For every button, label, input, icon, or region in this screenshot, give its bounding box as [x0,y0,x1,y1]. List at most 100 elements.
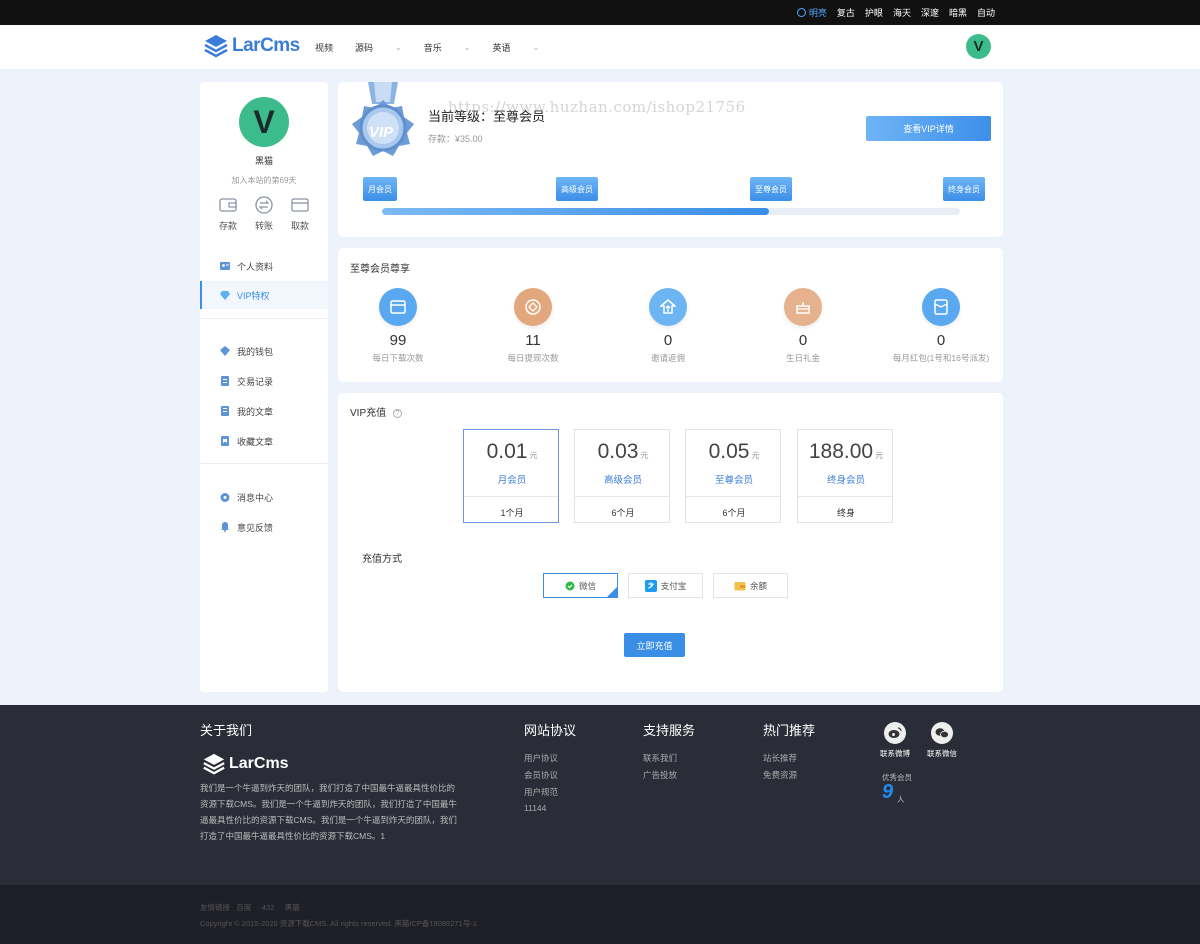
top-member-unit: 人 [897,795,905,804]
sidebar-item-my-articles[interactable]: 我的文章 [200,397,328,425]
chevron-down-icon: ⌄ [463,42,471,52]
quick-action-withdraw[interactable]: 取款 [280,196,320,232]
main-nav: 视频 源码 ⌄ 音乐 ⌄ 英语 ⌄ [315,25,561,69]
logo-stack-icon [203,753,225,775]
privileges-card: 至尊会员尊享 99 每日下载次数 11 每日提现次数 0 邀请返佣 0 生日礼金… [338,248,1003,382]
tier-tag-monthly: 月会员 [363,177,397,201]
wallet-icon [220,346,230,356]
footer-about-title: 关于我们 [200,723,253,738]
bell-icon [221,522,229,532]
transfer-icon [255,196,273,214]
friend-link[interactable]: 432 [262,903,275,912]
vip-progress-fill [382,208,770,215]
pay-option-balance[interactable]: 余额 [713,573,788,598]
diamond-icon [220,291,230,300]
sidebar-item-wallet[interactable]: 我的钱包 [200,337,328,365]
view-vip-details-button[interactable]: 查看VIP详情 [866,116,991,141]
nav-item-video[interactable]: 视频 [315,41,333,54]
record-icon [221,376,229,386]
plan-advanced[interactable]: 0.03 元 高级会员 6个月 [574,429,670,523]
wechat-icon [565,581,575,590]
sidebar-divider [200,463,328,464]
message-icon [220,493,230,502]
theme-option-auto[interactable]: 自动 [977,6,995,19]
plan-supreme[interactable]: 0.05 元 至尊会员 6个月 [685,429,781,523]
user-avatar[interactable]: V [239,97,289,147]
withdraw-icon [514,288,552,326]
recharge-now-button[interactable]: 立即充值 [624,633,685,657]
footer-logo: LarCms [202,752,289,776]
theme-option-deep[interactable]: 深邃 [921,6,939,19]
nav-item-source[interactable]: 源码 ⌄ [355,41,402,54]
deposit-balance: 存款：¥35.00 [428,134,483,144]
chevron-down-icon: ⌄ [532,42,540,52]
plan-lifetime[interactable]: 188.00 元 终身会员 终身 [797,429,893,523]
article-icon [221,406,229,416]
pay-option-alipay[interactable]: 支付宝 [628,573,703,598]
sidebar-item-feedback[interactable]: 意见反馈 [200,513,328,541]
top-bar: 明亮 复古 护眼 海天 深邃 暗黑 自动 [0,0,1200,25]
site-logo[interactable]: LarCms [203,33,300,59]
alipay-icon [644,579,657,592]
username: 黑猫 [254,156,273,166]
watermark-url: https://www.huzhan.com/ishop21756 [448,98,746,116]
tier-tag-advanced: 高级会员 [556,177,598,201]
theme-option-ocean[interactable]: 海天 [893,6,911,19]
sidebar-item-vip[interactable]: VIP特权 [200,281,328,309]
footer-link[interactable]: 站长推荐 [763,752,797,764]
footer-link[interactable]: 11144 [524,803,546,813]
vip-progress-track [382,208,960,215]
nav-item-english[interactable]: 英语 ⌄ [492,41,539,54]
theme-option-retro[interactable]: 复古 [837,6,855,19]
theme-option-bright[interactable]: 明亮 [796,6,827,19]
wechat-icon [931,722,953,744]
quick-action-transfer[interactable]: 转账 [244,196,284,232]
sidebar-item-favorites[interactable]: 收藏文章 [200,427,328,455]
theme-option-dark[interactable]: 暗黑 [949,6,967,19]
footer-link[interactable]: 联系我们 [643,752,677,764]
privilege-daily-withdrawals: 11 每日提现次数 [473,288,593,364]
privilege-daily-downloads: 99 每日下载次数 [338,288,458,364]
help-icon[interactable]: ? [392,409,402,418]
footer-link[interactable]: 用户协议 [524,752,558,764]
footer-col-title-recommend: 热门推荐 [763,723,816,738]
footer-link[interactable]: 广告投放 [643,769,677,781]
footer-col-title-support: 支持服务 [643,723,696,738]
privileges-title: 至尊会员尊享 [350,264,410,275]
sidebar-item-transactions[interactable]: 交易记录 [200,367,328,395]
friend-link[interactable]: 黑猫 [285,903,300,912]
theme-switcher: 明亮 复古 护眼 海天 深邃 暗黑 自动 [796,0,995,25]
quick-action-deposit[interactable]: 存款 [208,196,248,232]
copyright: Copyright © 2015-2020 资源下载CMS. All right… [200,919,477,928]
logo-text: LarCms [232,35,300,56]
header-avatar[interactable]: V [966,34,991,59]
footer-link[interactable]: 会员协议 [524,769,558,781]
theme-option-eyecare[interactable]: 护眼 [865,6,883,19]
recharge-title: VIP充值 ? [350,404,402,419]
pay-option-wechat[interactable]: 微信 [543,573,618,598]
payment-method-label: 充值方式 [362,554,402,565]
friend-link[interactable]: 百度 [236,903,251,912]
nav-item-music[interactable]: 音乐 ⌄ [424,41,471,54]
logo-stack-icon [204,35,228,58]
plan-monthly[interactable]: 0.01 元 月会员 1个月 [463,429,559,523]
chevron-down-icon: ⌄ [395,42,402,52]
social-wechat[interactable]: 联系微信 [922,722,962,759]
top-member-count: 9 [882,781,894,803]
weibo-icon [884,722,906,744]
footer-link[interactable]: 用户规范 [524,786,558,798]
social-weibo[interactable]: 联系微博 [875,722,915,759]
friend-links: 友情链接 百度 432 黑猫 [200,903,300,912]
redpacket-icon [922,288,960,326]
sidebar-item-profile[interactable]: 个人资料 [200,252,328,280]
balance-icon [734,582,746,591]
favorite-icon [221,436,229,446]
vip-recharge-card: VIP充值 ? 0.01 元 月会员 1个月 0.03 元 高级会员 6个月 0.0… [338,393,1003,692]
join-days: 加入本站的第69天 [231,176,297,185]
footer-link[interactable]: 免费资源 [763,769,797,781]
sidebar-item-messages[interactable]: 消息中心 [200,483,328,511]
check-circle-icon [796,8,806,17]
header: LarCms 视频 源码 ⌄ 音乐 ⌄ 英语 ⌄ [0,25,1200,69]
selected-corner-mark [606,586,618,598]
user-sidebar: V 黑猫 加入本站的第69天 存款 转账 取款 个人资料 VIP特权 我的钱包 … [200,82,328,692]
